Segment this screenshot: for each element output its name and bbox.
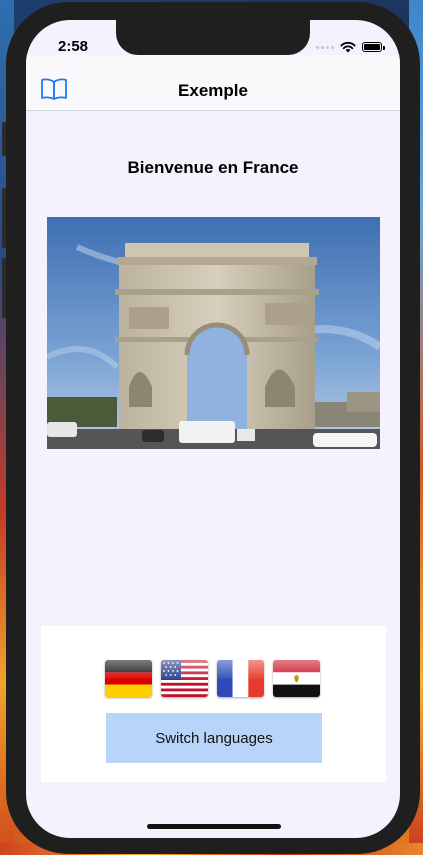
switch-languages-button[interactable]: Switch languages xyxy=(106,713,322,763)
nav-title: Exemple xyxy=(178,81,248,100)
language-card: Switch languages xyxy=(41,626,386,782)
status-time: 2:58 xyxy=(58,38,89,55)
navigation-bar: Exemple xyxy=(26,55,400,111)
home-indicator[interactable] xyxy=(147,824,281,829)
egypt-flag-icon[interactable] xyxy=(273,660,320,697)
status-icons xyxy=(316,40,385,54)
battery-icon xyxy=(362,42,385,52)
france-flag-icon[interactable] xyxy=(217,660,264,697)
device-frame: 2:58 Exemple Bienvenue en France Switch … xyxy=(6,2,420,854)
welcome-heading: Bienvenue en France xyxy=(127,158,299,177)
signal-dots-icon xyxy=(316,45,334,49)
germany-flag-icon[interactable] xyxy=(105,660,152,697)
flag-row xyxy=(105,660,320,697)
screen: 2:58 Exemple Bienvenue en France Switch … xyxy=(26,20,400,838)
wifi-icon xyxy=(340,41,356,53)
notch xyxy=(116,20,310,55)
usa-flag-icon[interactable] xyxy=(161,660,208,697)
arc-de-triomphe-photo xyxy=(47,217,380,449)
